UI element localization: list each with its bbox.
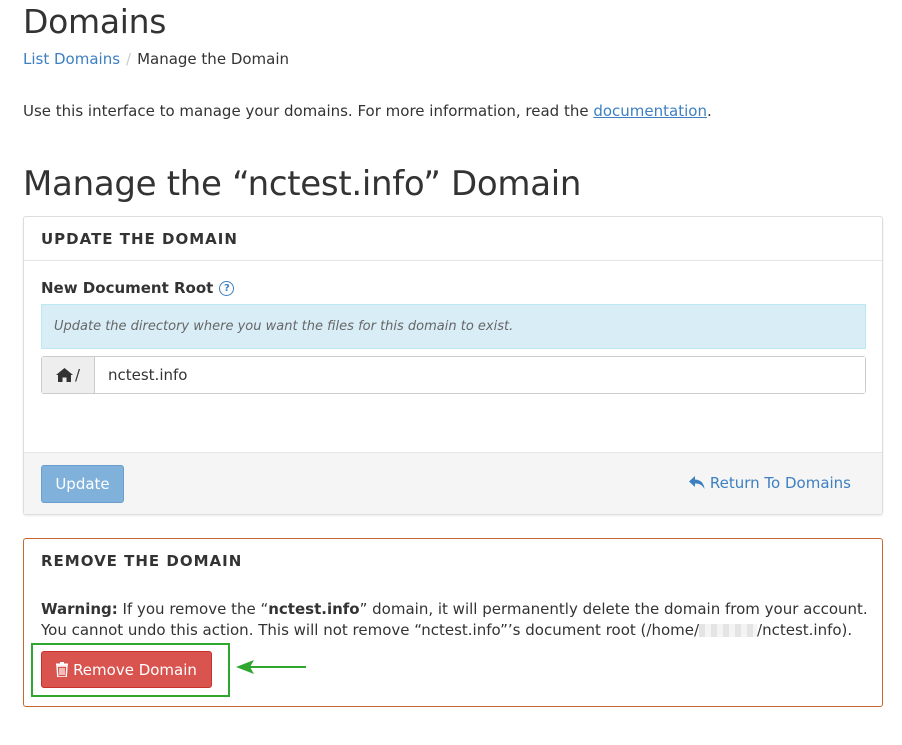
redacted-username bbox=[699, 624, 758, 637]
home-path-addon: / bbox=[42, 357, 95, 393]
warning-line2a: You cannot undo this action. This will n… bbox=[41, 621, 700, 639]
breadcrumb-current: Manage the Domain bbox=[137, 50, 290, 68]
home-path-slash: / bbox=[74, 366, 81, 384]
return-to-domains-label: Return To Domains bbox=[709, 474, 851, 492]
breadcrumb: List Domains / Manage the Domain bbox=[23, 50, 289, 68]
question-circle-icon[interactable]: ? bbox=[219, 280, 235, 296]
remove-warning-text: Warning: If you remove the “nctest.info”… bbox=[41, 599, 871, 641]
home-icon bbox=[55, 368, 73, 382]
remove-panel-title: REMOVE THE DOMAIN bbox=[41, 552, 243, 570]
document-root-label: New Document Root ? bbox=[41, 279, 235, 297]
intro-end: . bbox=[706, 102, 712, 120]
documentation-link[interactable]: documentation bbox=[593, 102, 707, 120]
warning-part2: ” domain, it will permanently delete the… bbox=[359, 600, 868, 618]
remove-domain-button[interactable]: Remove Domain bbox=[41, 651, 212, 688]
warning-domain: nctest.info bbox=[268, 600, 360, 618]
page-title: Domains bbox=[23, 2, 167, 41]
manage-domain-title: Manage the “nctest.info” Domain bbox=[23, 164, 582, 204]
intro-body: Use this interface to manage your domain… bbox=[23, 102, 594, 120]
reply-arrow-icon bbox=[688, 476, 705, 489]
remove-domain-label: Remove Domain bbox=[73, 660, 197, 679]
warning-line2b: /nctest.info). bbox=[757, 621, 853, 639]
update-button[interactable]: Update bbox=[41, 465, 124, 503]
warning-part1: If you remove the “ bbox=[117, 600, 269, 618]
trash-icon bbox=[56, 662, 69, 677]
update-domain-panel: UPDATE THE DOMAIN New Document Root ? Up… bbox=[23, 216, 883, 515]
document-root-help: Update the directory where you want the … bbox=[41, 304, 866, 349]
document-root-input-group: / bbox=[41, 356, 866, 394]
return-to-domains-link[interactable]: Return To Domains bbox=[688, 474, 851, 492]
intro-text: Use this interface to manage your domain… bbox=[23, 102, 712, 120]
annotation-arrow-icon bbox=[236, 660, 306, 674]
document-root-input[interactable] bbox=[95, 357, 865, 393]
breadcrumb-separator: / bbox=[126, 50, 132, 68]
document-root-label-text: New Document Root bbox=[41, 279, 214, 297]
update-panel-footer: Update Return To Domains bbox=[24, 452, 882, 514]
warning-label: Warning: bbox=[41, 600, 118, 618]
update-panel-title: UPDATE THE DOMAIN bbox=[24, 217, 882, 261]
breadcrumb-list-domains-link[interactable]: List Domains bbox=[23, 50, 120, 68]
